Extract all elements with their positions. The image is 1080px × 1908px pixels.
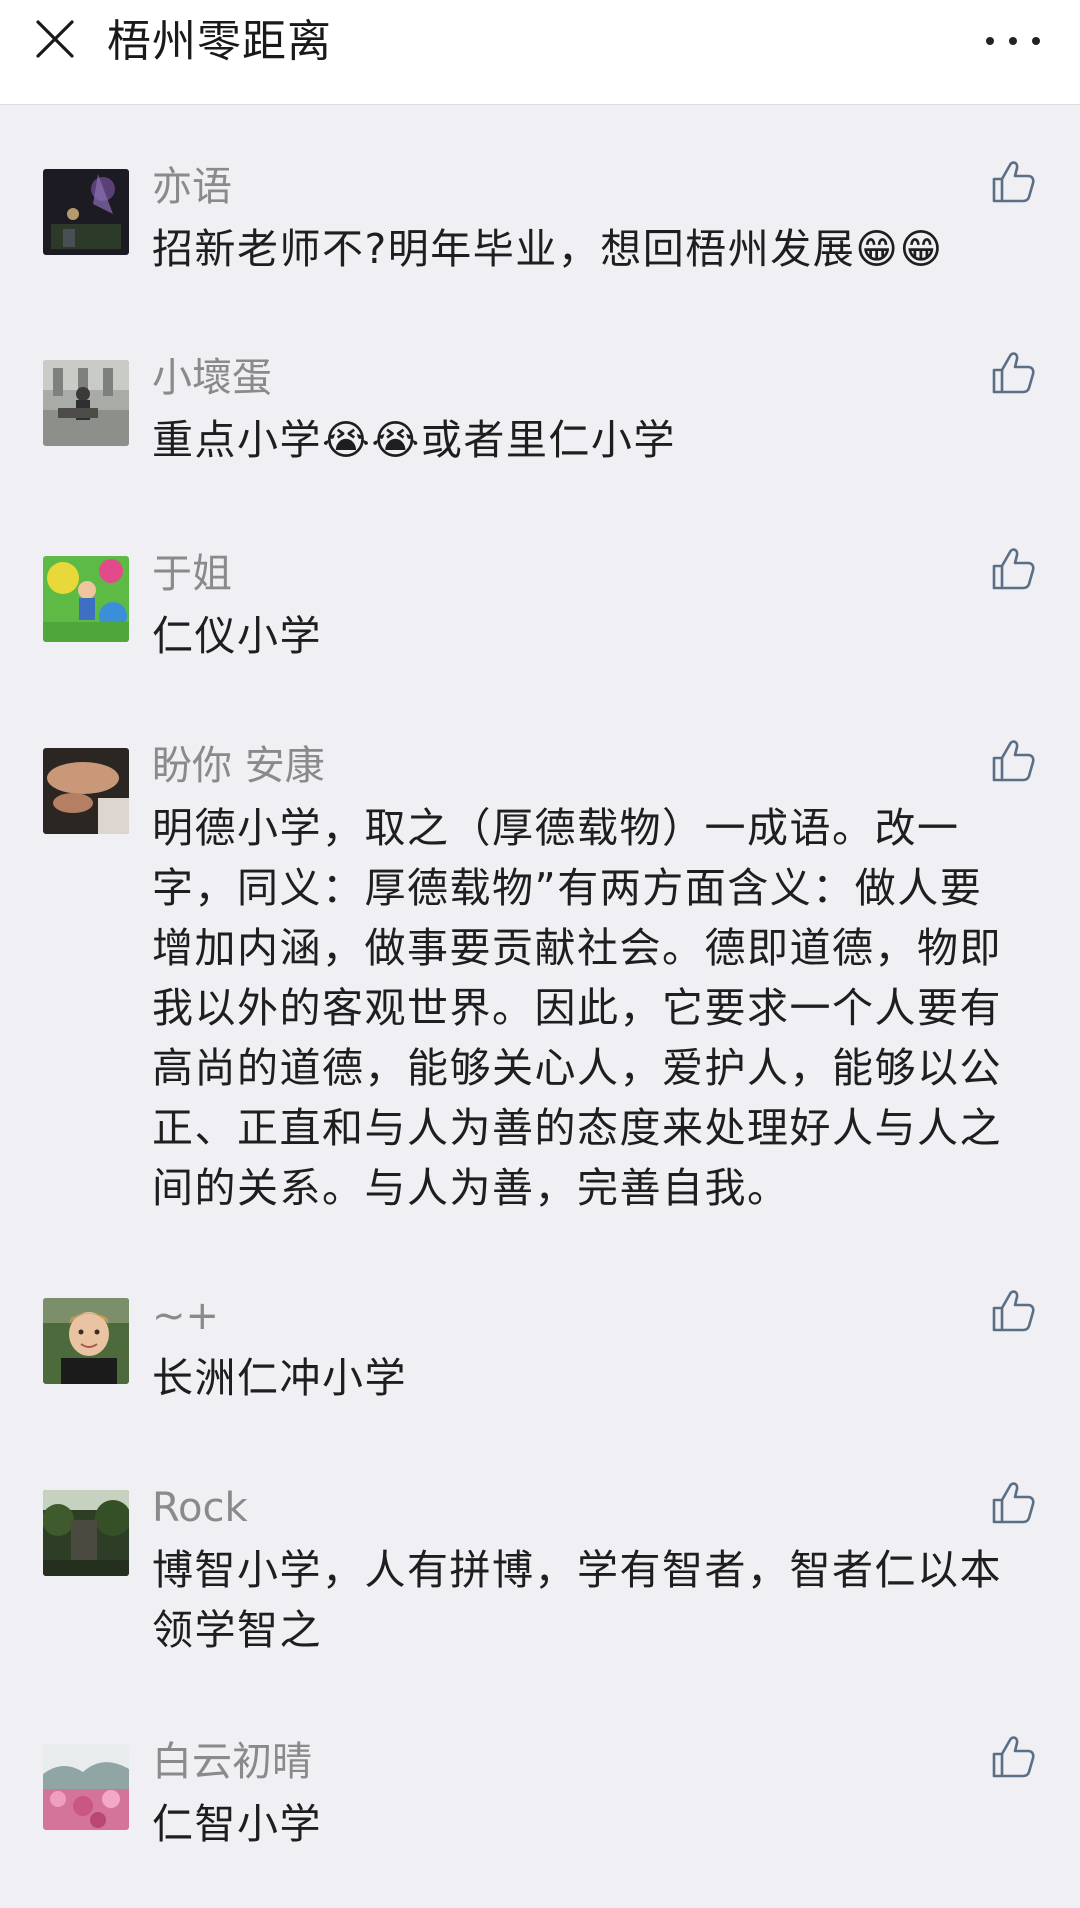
close-icon <box>36 20 74 58</box>
like-button[interactable] <box>988 157 1038 207</box>
avatar[interactable] <box>43 1744 129 1830</box>
avatar[interactable] <box>43 169 129 255</box>
more-dot <box>1009 37 1017 45</box>
comment-text: 重点小学😭😭或者里仁小学 <box>152 416 676 464</box>
comment-text: 招新老师不?明年毕业，想回梧州发展😁😁 <box>152 225 944 273</box>
comment-text: 明德小学，取之（厚德载物）一成语。改一字，同义：厚德载物”有两方面含义：做人要增… <box>152 804 1002 1212</box>
child-playground-avatar <box>43 556 129 642</box>
thumbs-up-icon <box>992 548 1035 590</box>
thumbs-up-icon <box>992 1482 1035 1524</box>
garden-avatar <box>43 1490 129 1576</box>
avatar[interactable] <box>43 748 129 834</box>
more-button[interactable] <box>986 24 1040 58</box>
page-title: 梧州零距离 <box>107 16 332 67</box>
avatar[interactable] <box>43 556 129 642</box>
like-button[interactable] <box>988 348 1038 398</box>
comment-text: 仁仪小学 <box>152 612 322 660</box>
like-button[interactable] <box>988 1732 1038 1782</box>
boy-portrait-avatar <box>43 1298 129 1384</box>
commenter-name: 白云初晴 <box>152 1739 312 1785</box>
avatar[interactable] <box>43 1490 129 1576</box>
commenter-name: ~+ <box>152 1293 220 1339</box>
thumbs-up-icon <box>992 740 1035 782</box>
pink-flowers-avatar <box>43 1744 129 1830</box>
commenter-name: 盼你 安康 <box>152 743 325 789</box>
close-button[interactable] <box>30 14 80 64</box>
avatar[interactable] <box>43 360 129 446</box>
comment-text: 博智小学，人有拼博，学有智者，智者仁以本领学智之 <box>152 1546 1002 1654</box>
more-dot <box>1032 37 1040 45</box>
commenter-name: 于姐 <box>152 551 232 597</box>
like-button[interactable] <box>988 736 1038 786</box>
thumbs-up-icon <box>992 161 1035 203</box>
thumbs-up-icon <box>992 1290 1035 1332</box>
like-button[interactable] <box>988 1478 1038 1528</box>
avatar[interactable] <box>43 1298 129 1384</box>
night-scene-avatar <box>43 169 129 255</box>
building-avatar <box>43 360 129 446</box>
comment-text: 仁智小学 <box>152 1800 322 1848</box>
thumbs-up-icon <box>992 1736 1035 1778</box>
comment-text: 长洲仁冲小学 <box>152 1354 407 1402</box>
commenter-name: Rock <box>152 1485 248 1531</box>
more-dots-icon <box>986 37 994 45</box>
commenter-name: 亦语 <box>152 164 232 210</box>
thumbs-up-icon <box>992 352 1035 394</box>
like-button[interactable] <box>988 544 1038 594</box>
hand-photo-avatar <box>43 748 129 834</box>
commenter-name: 小壞蛋 <box>152 355 272 401</box>
like-button[interactable] <box>988 1286 1038 1336</box>
app-header: 梧州零距离 <box>0 0 1080 105</box>
